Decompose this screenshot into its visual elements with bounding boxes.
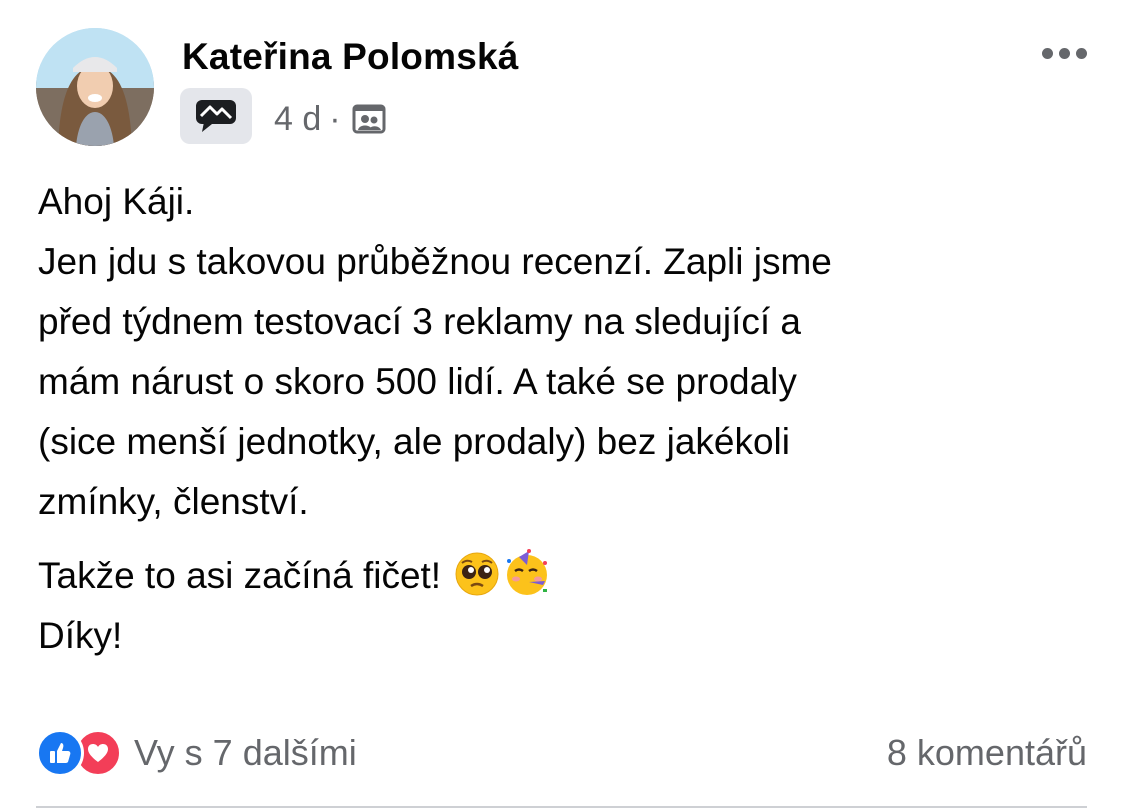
author-avatar[interactable] [36, 28, 154, 146]
body-line: před týdnem testovací 3 reklamy na sledu… [38, 301, 801, 342]
more-dot [1042, 48, 1053, 59]
speech-bubble-icon[interactable] [180, 88, 252, 144]
pleading-face-emoji [453, 549, 501, 597]
more-dot [1076, 48, 1087, 59]
body-line: Ahoj Káji. [38, 181, 195, 222]
body-line: zmínky, členství. [38, 481, 309, 522]
post-footer: Vy s 7 dalšími 8 komentářů [36, 725, 1087, 781]
post-body: Ahoj Káji. Jen jdu s takovou průběžnou r… [38, 172, 1098, 666]
reactions-summary[interactable]: Vy s 7 dalšími [36, 729, 357, 777]
more-dot [1059, 48, 1070, 59]
partying-face-emoji [503, 549, 551, 597]
body-line: Jen jdu s takovou průběžnou recenzí. Zap… [38, 241, 832, 282]
author-name[interactable]: Kateřina Polomská [182, 36, 519, 78]
body-line: mám nárust o skoro 500 lidí. A také se p… [38, 361, 797, 402]
reactions-text[interactable]: Vy s 7 dalšími [134, 732, 357, 774]
body-line: (sice menší jednotky, ale prodaly) bez j… [38, 421, 790, 462]
meta-separator: · [329, 99, 341, 138]
sign-off: Díky! [38, 615, 123, 656]
closing-line: Takže to asi začíná fičet! [38, 546, 1098, 606]
members-icon [351, 101, 387, 137]
closing-text: Takže to asi začíná fičet! [38, 555, 442, 596]
post-meta: 4 d · [274, 98, 387, 140]
comments-count[interactable]: 8 komentářů [887, 732, 1087, 774]
footer-divider [36, 806, 1087, 808]
more-icon[interactable] [1042, 42, 1087, 65]
post-time[interactable]: 4 d [274, 100, 321, 139]
like-icon [36, 729, 84, 777]
